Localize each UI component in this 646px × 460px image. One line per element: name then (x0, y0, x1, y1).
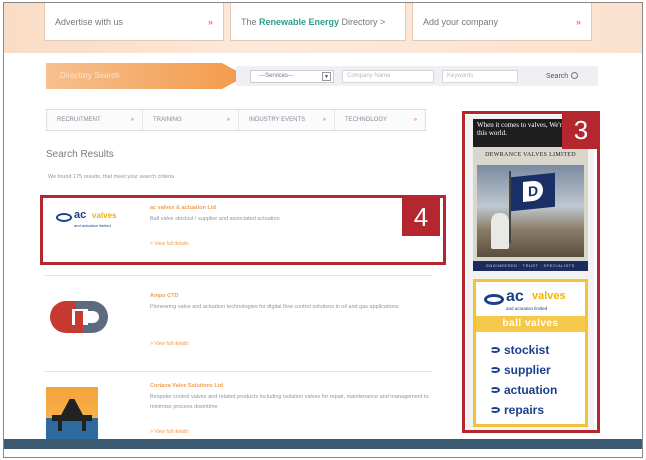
ctd-logo[interactable] (50, 297, 110, 337)
result-divider (44, 275, 432, 276)
results-title: Search Results (46, 149, 114, 160)
directory-search-pill: Directory Search (46, 63, 246, 89)
tab-label: INDUSTRY EVENTS (249, 117, 306, 123)
tab-label: TRAINING (153, 117, 182, 123)
oil-rig-logo[interactable] (46, 387, 98, 443)
add-company-label: Add your company (423, 16, 499, 27)
services-select-value: ---Services--- (259, 73, 294, 79)
directory-label-suffix: Directory > (339, 16, 386, 27)
tab-label: RECRUITMENT (57, 117, 101, 123)
double-arrow-icon: » (207, 16, 213, 27)
result-description: Bespoke control valves and related produ… (150, 394, 429, 410)
tab-industry-events[interactable]: INDUSTRY EVENTS » (239, 110, 335, 130)
view-details-link[interactable]: > View full details (150, 341, 189, 347)
directory-search-bar: Directory Search ---Services--- ▼ Compan… (46, 61, 598, 91)
chevron-down-icon: ▼ (322, 72, 331, 81)
browser-frame: Advertise with us » The Renewable Energy… (3, 2, 643, 458)
result-name-link[interactable]: Ampo CTD (150, 293, 178, 299)
advertise-label: Advertise with us (55, 16, 124, 27)
chevron-right-icon: » (322, 117, 326, 123)
logo-d-hole (87, 311, 99, 323)
footer-strip (4, 449, 642, 457)
search-button-label: Search (546, 73, 569, 80)
services-select[interactable]: ---Services--- ▼ (250, 70, 334, 83)
keywords-input[interactable]: Keywords (442, 70, 518, 83)
result-divider (44, 371, 432, 372)
directory-label-prefix: The (241, 16, 260, 27)
directory-brand: Renewable Energy (259, 16, 340, 27)
highlight-number-sidebar: 3 (562, 111, 600, 149)
chevron-right-icon: » (130, 117, 134, 123)
rig-legs-shape (58, 421, 86, 431)
result-name-link[interactable]: Cortana Valve Solutions Ltd (150, 383, 223, 389)
results-count-text: We found 175 results, that meet your sea… (48, 174, 175, 180)
search-button[interactable]: Search (540, 69, 590, 84)
tab-training[interactable]: TRAINING » (143, 110, 239, 130)
directory-link[interactable]: The Renewable Energy Directory > (230, 3, 406, 41)
tab-recruitment[interactable]: RECRUITMENT » (47, 110, 143, 130)
add-company-link[interactable]: Add your company » (412, 3, 592, 41)
company-name-input[interactable]: Company Name (342, 70, 434, 83)
category-tabs: RECRUITMENT» TRAINING» INDUSTRY EVENTS» … (46, 109, 426, 131)
search-icon (571, 72, 579, 79)
logo-t-stem (75, 311, 83, 333)
footer-bar (4, 439, 642, 449)
view-details-link[interactable]: > View full details (150, 429, 189, 435)
chevron-right-icon: » (413, 117, 417, 123)
tab-label: TECHNOLOGY (345, 117, 388, 123)
tab-technology[interactable]: TECHNOLOGY » (335, 110, 425, 130)
highlight-box-result (40, 195, 446, 265)
highlight-box-sidebar (462, 111, 600, 433)
highlight-number-result: 4 (402, 198, 440, 236)
advertise-link[interactable]: Advertise with us » (44, 3, 224, 41)
result-description: Pioneering valve and actuation technolog… (150, 304, 399, 310)
chevron-right-icon: » (226, 117, 230, 123)
double-arrow-icon: » (575, 16, 581, 27)
